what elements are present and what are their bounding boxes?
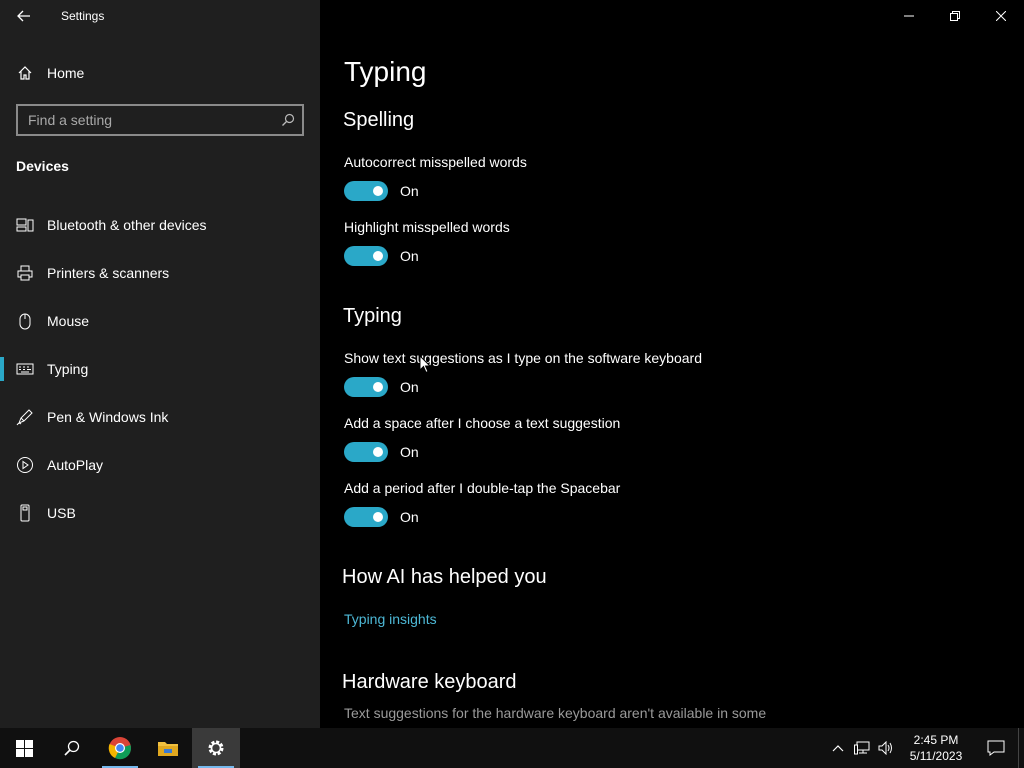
notification-icon xyxy=(987,740,1005,756)
sidebar-item-typing[interactable]: Typing xyxy=(0,345,320,393)
hardware-keyboard-description: Text suggestions for the hardware keyboa… xyxy=(344,705,767,721)
action-center-button[interactable] xyxy=(974,728,1018,768)
toggle-state: On xyxy=(400,183,419,199)
back-arrow-icon xyxy=(17,10,30,22)
highlight-toggle-row: On xyxy=(344,246,419,266)
home-icon xyxy=(17,65,33,81)
search-icon[interactable] xyxy=(274,113,302,127)
keyboard-icon xyxy=(16,360,34,378)
sidebar-item-label: Bluetooth & other devices xyxy=(47,217,207,233)
printer-icon xyxy=(16,264,34,282)
search-box[interactable] xyxy=(16,104,304,136)
sidebar-item-mouse[interactable]: Mouse xyxy=(0,297,320,345)
toggle-state: On xyxy=(400,509,419,525)
taskbar-search-button[interactable] xyxy=(48,728,96,768)
chrome-icon xyxy=(108,737,131,760)
clock-time: 2:45 PM xyxy=(913,733,959,747)
chevron-up-icon xyxy=(832,745,844,752)
sidebar-item-label: Printers & scanners xyxy=(47,265,170,281)
sidebar-item-printers[interactable]: Printers & scanners xyxy=(0,249,320,297)
close-icon xyxy=(996,11,1006,21)
speaker-icon xyxy=(878,741,892,755)
space-label: Add a space after I choose a text sugges… xyxy=(344,415,621,431)
volume-button[interactable] xyxy=(874,728,898,768)
space-toggle-row: On xyxy=(344,442,419,462)
gear-icon xyxy=(208,740,224,756)
folder-icon xyxy=(158,742,178,756)
page-title: Typing xyxy=(344,56,427,87)
show-desktop-button[interactable] xyxy=(1018,728,1024,768)
mouse-cursor-icon xyxy=(419,355,431,374)
usb-icon xyxy=(16,504,34,522)
taskbar: 2:45 PM 5/11/2023 xyxy=(0,728,1024,768)
sidebar-item-label: AutoPlay xyxy=(47,457,104,473)
sidebar-item-label: Mouse xyxy=(47,313,90,329)
settings-taskbar-button[interactable] xyxy=(192,728,240,768)
spelling-heading: Spelling xyxy=(343,109,415,131)
network-icon xyxy=(854,741,870,755)
restore-button[interactable] xyxy=(932,0,978,32)
toggle-state: On xyxy=(400,379,419,395)
toggle-state: On xyxy=(400,248,419,264)
back-button[interactable] xyxy=(0,0,48,32)
nav-list: Bluetooth & other devices Printers & sca… xyxy=(0,201,320,537)
highlight-label: Highlight misspelled words xyxy=(344,219,510,235)
sidebar-item-label: Typing xyxy=(47,361,89,377)
toggle-knob xyxy=(373,186,383,196)
suggestions-toggle-row: On xyxy=(344,377,419,397)
bluetooth-devices-icon xyxy=(16,216,34,234)
home-nav-item[interactable]: Home xyxy=(0,56,320,90)
toggle-knob xyxy=(373,251,383,261)
app-title: Settings xyxy=(61,9,105,23)
suggestions-label: Show text suggestions as I type on the s… xyxy=(344,350,702,366)
period-toggle[interactable] xyxy=(344,507,388,527)
space-toggle[interactable] xyxy=(344,442,388,462)
restore-icon xyxy=(950,11,960,21)
autocorrect-label: Autocorrect misspelled words xyxy=(344,154,527,170)
active-indicator xyxy=(0,357,4,381)
suggestions-toggle[interactable] xyxy=(344,377,388,397)
network-button[interactable] xyxy=(850,728,874,768)
autoplay-icon xyxy=(16,456,34,474)
file-explorer-taskbar-button[interactable] xyxy=(144,728,192,768)
mouse-icon xyxy=(16,312,34,330)
section-heading: Devices xyxy=(16,158,69,174)
hardware-keyboard-heading: Hardware keyboard xyxy=(342,671,517,693)
sidebar-item-autoplay[interactable]: AutoPlay xyxy=(0,441,320,489)
minimize-button[interactable] xyxy=(886,0,932,32)
tray-overflow-button[interactable] xyxy=(826,728,850,768)
autocorrect-toggle-row: On xyxy=(344,181,419,201)
toggle-knob xyxy=(373,382,383,392)
autocorrect-toggle[interactable] xyxy=(344,181,388,201)
sidebar: Settings Home Devices Bluetooth & other … xyxy=(0,0,320,728)
toggle-knob xyxy=(373,512,383,522)
close-button[interactable] xyxy=(978,0,1024,32)
sidebar-item-usb[interactable]: USB xyxy=(0,489,320,537)
search-input[interactable] xyxy=(18,112,274,128)
sidebar-item-pen[interactable]: Pen & Windows Ink xyxy=(0,393,320,441)
chrome-taskbar-button[interactable] xyxy=(96,728,144,768)
toggle-knob xyxy=(373,447,383,457)
window-controls xyxy=(886,0,1024,32)
sidebar-item-bluetooth[interactable]: Bluetooth & other devices xyxy=(0,201,320,249)
sidebar-item-label: Pen & Windows Ink xyxy=(47,409,169,425)
clock[interactable]: 2:45 PM 5/11/2023 xyxy=(898,732,974,764)
toggle-state: On xyxy=(400,444,419,460)
ai-heading: How AI has helped you xyxy=(342,566,547,588)
sidebar-item-label: USB xyxy=(47,505,76,521)
system-tray: 2:45 PM 5/11/2023 xyxy=(826,728,1024,768)
period-toggle-row: On xyxy=(344,507,419,527)
minimize-icon xyxy=(904,15,914,17)
search-icon xyxy=(64,740,80,756)
title-bar: Settings xyxy=(0,0,320,32)
period-label: Add a period after I double-tap the Spac… xyxy=(344,480,621,496)
highlight-toggle[interactable] xyxy=(344,246,388,266)
start-button[interactable] xyxy=(0,728,48,768)
windows-logo-icon xyxy=(15,739,33,757)
typing-heading: Typing xyxy=(343,305,402,327)
home-label: Home xyxy=(47,65,85,81)
typing-insights-link[interactable]: Typing insights xyxy=(344,611,437,627)
pen-icon xyxy=(16,408,34,426)
clock-date: 5/11/2023 xyxy=(909,749,963,763)
